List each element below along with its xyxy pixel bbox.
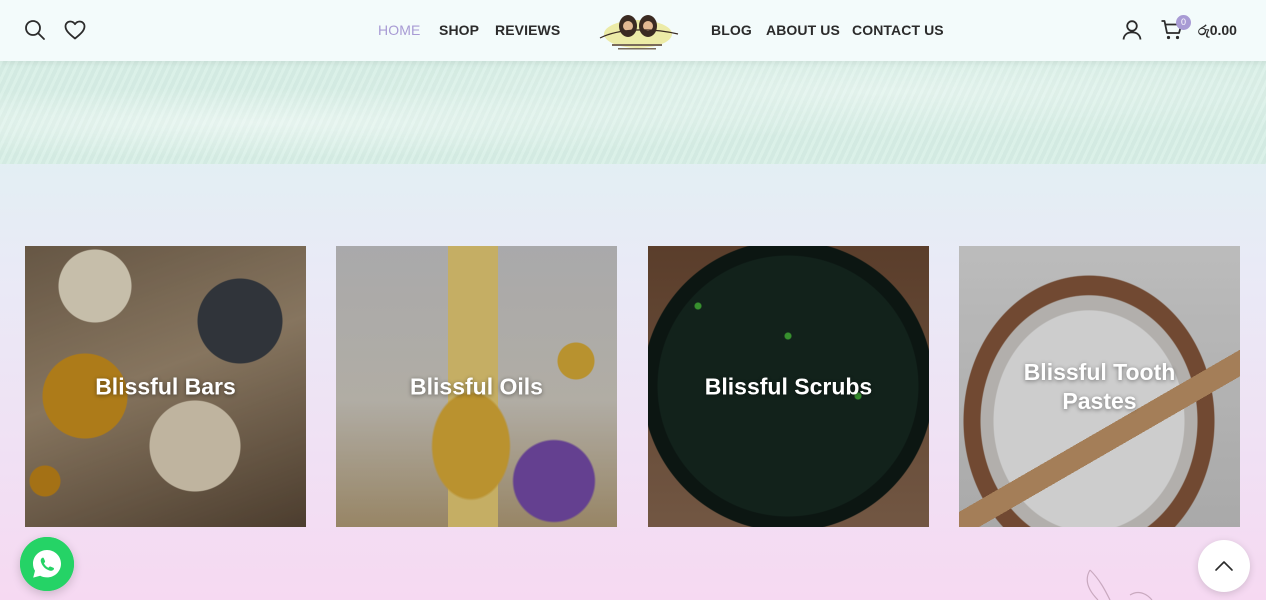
nav-contact-us[interactable]: CONTACT US: [852, 22, 944, 38]
nav-reviews[interactable]: REVIEWS: [495, 22, 560, 38]
nav-shop[interactable]: SHOP: [439, 22, 479, 38]
cart-count-badge: 0: [1176, 15, 1191, 30]
nav-home[interactable]: HOME: [378, 22, 420, 38]
leaf-decoration: [1080, 565, 1160, 600]
category-title: Blissful Oils: [410, 373, 543, 399]
chevron-up-icon: [1215, 561, 1233, 571]
category-title: Blissful Scrubs: [704, 373, 873, 399]
nav-blog[interactable]: BLOG: [711, 22, 752, 38]
whatsapp-icon: [20, 537, 74, 591]
category-title: Blissful Bars: [95, 373, 236, 399]
category-card-scrubs[interactable]: Blissful Scrubs: [648, 246, 929, 527]
category-title: Blissful Tooth Pastes: [1023, 358, 1176, 414]
user-icon[interactable]: [1120, 18, 1144, 42]
whatsapp-button[interactable]: [20, 537, 74, 591]
hero-paper-texture: [0, 61, 1266, 164]
category-card-bars[interactable]: Blissful Bars: [25, 246, 306, 527]
scroll-to-top-button[interactable]: [1198, 540, 1250, 592]
category-card-tooth-pastes[interactable]: Blissful Tooth Pastes: [959, 246, 1240, 527]
search-icon[interactable]: [23, 18, 47, 42]
heart-icon[interactable]: [63, 18, 87, 42]
nav-about-us[interactable]: ABOUT US: [766, 22, 840, 38]
cart-total[interactable]: රු0.00: [1198, 22, 1237, 39]
site-logo[interactable]: [592, 4, 682, 56]
category-card-oils[interactable]: Blissful Oils: [336, 246, 617, 527]
site-header: HOME SHOP REVIEWS BLOG ABOUT US CONTACT …: [0, 0, 1266, 61]
